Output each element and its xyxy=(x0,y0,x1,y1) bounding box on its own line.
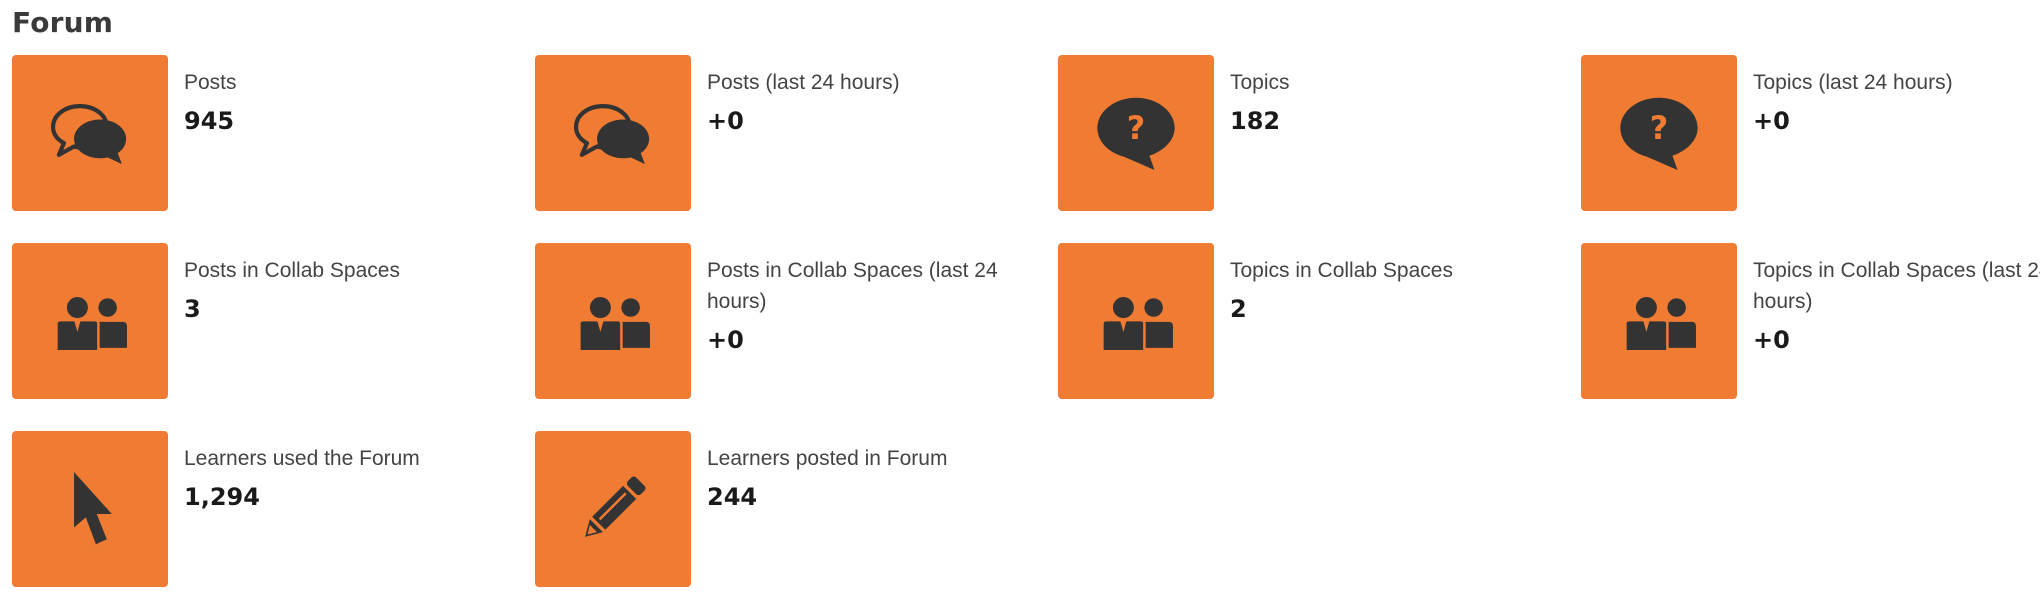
page-title: Forum xyxy=(12,6,114,39)
stat-card: Topics in Collab Spaces 2 xyxy=(1058,243,1581,399)
stat-card: ? Topics (last 24 hours) +0 xyxy=(1581,55,2040,211)
stat-tile xyxy=(12,55,168,211)
stat-value: 3 xyxy=(184,295,201,323)
stat-text: Topics in Collab Spaces (last 24 hours) +… xyxy=(1753,243,2040,355)
users-icon xyxy=(1094,279,1178,363)
comments-icon xyxy=(48,91,132,175)
cursor-icon xyxy=(48,467,132,551)
stat-tile xyxy=(1058,243,1214,399)
stat-text: Learners posted in Forum 244 xyxy=(707,431,1007,512)
stat-card: Posts in Collab Spaces 3 xyxy=(12,243,535,399)
stat-value: 1,294 xyxy=(184,483,260,511)
stat-text: Posts (last 24 hours) +0 xyxy=(707,55,1007,136)
comments-icon xyxy=(571,91,655,175)
stat-card: Posts 945 xyxy=(12,55,535,211)
users-icon xyxy=(48,279,132,363)
stat-text: Topics in Collab Spaces 2 xyxy=(1230,243,1530,324)
svg-text:?: ? xyxy=(1650,109,1669,147)
stat-text: Topics 182 xyxy=(1230,55,1530,136)
stat-value: +0 xyxy=(707,326,744,354)
stat-text: Posts in Collab Spaces (last 24 hours) +0 xyxy=(707,243,1007,355)
stat-text: Posts in Collab Spaces 3 xyxy=(184,243,484,324)
stat-value: 945 xyxy=(184,107,235,135)
stat-value: +0 xyxy=(1753,107,1790,135)
stat-label: Topics xyxy=(1230,71,1290,94)
stat-label: Topics in Collab Spaces xyxy=(1230,259,1453,282)
svg-text:?: ? xyxy=(1127,109,1146,147)
stat-tile xyxy=(535,243,691,399)
stat-card: Topics in Collab Spaces (last 24 hours) +… xyxy=(1581,243,2040,399)
stats-grid: Posts 945 Posts (last 24 hours) +0? Topics 18… xyxy=(12,55,2040,587)
stat-value: 244 xyxy=(707,483,758,511)
stat-card: ? Topics 182 xyxy=(1058,55,1581,211)
stat-label: Posts in Collab Spaces xyxy=(184,259,400,282)
stat-card: Learners posted in Forum 244 xyxy=(535,431,1058,587)
stat-text: Topics (last 24 hours) +0 xyxy=(1753,55,2040,136)
stat-tile xyxy=(535,431,691,587)
stat-value: 2 xyxy=(1230,295,1247,323)
stat-label: Learners used the Forum xyxy=(184,447,420,470)
stat-tile xyxy=(12,243,168,399)
stat-tile: ? xyxy=(1058,55,1214,211)
stat-label: Posts xyxy=(184,71,237,94)
stat-label: Topics (last 24 hours) xyxy=(1753,71,1953,94)
stat-label: Posts (last 24 hours) xyxy=(707,71,900,94)
stat-tile xyxy=(535,55,691,211)
stat-tile xyxy=(12,431,168,587)
stat-label: Topics in Collab Spaces (last 24 hours) xyxy=(1753,259,2040,313)
stat-text: Posts 945 xyxy=(184,55,484,136)
stat-tile xyxy=(1581,243,1737,399)
stat-value: 182 xyxy=(1230,107,1281,135)
question-bubble-icon: ? xyxy=(1094,91,1178,175)
stat-label: Learners posted in Forum xyxy=(707,447,948,470)
question-bubble-icon: ? xyxy=(1617,91,1701,175)
users-icon xyxy=(1617,279,1701,363)
stat-value: +0 xyxy=(1753,326,1790,354)
pencil-icon xyxy=(571,467,655,551)
stat-label: Posts in Collab Spaces (last 24 hours) xyxy=(707,259,998,313)
stat-card: Posts (last 24 hours) +0 xyxy=(535,55,1058,211)
users-icon xyxy=(571,279,655,363)
stat-card: Learners used the Forum 1,294 xyxy=(12,431,535,587)
stat-value: +0 xyxy=(707,107,744,135)
stat-tile: ? xyxy=(1581,55,1737,211)
stat-card: Posts in Collab Spaces (last 24 hours) +0 xyxy=(535,243,1058,399)
stat-text: Learners used the Forum 1,294 xyxy=(184,431,484,512)
